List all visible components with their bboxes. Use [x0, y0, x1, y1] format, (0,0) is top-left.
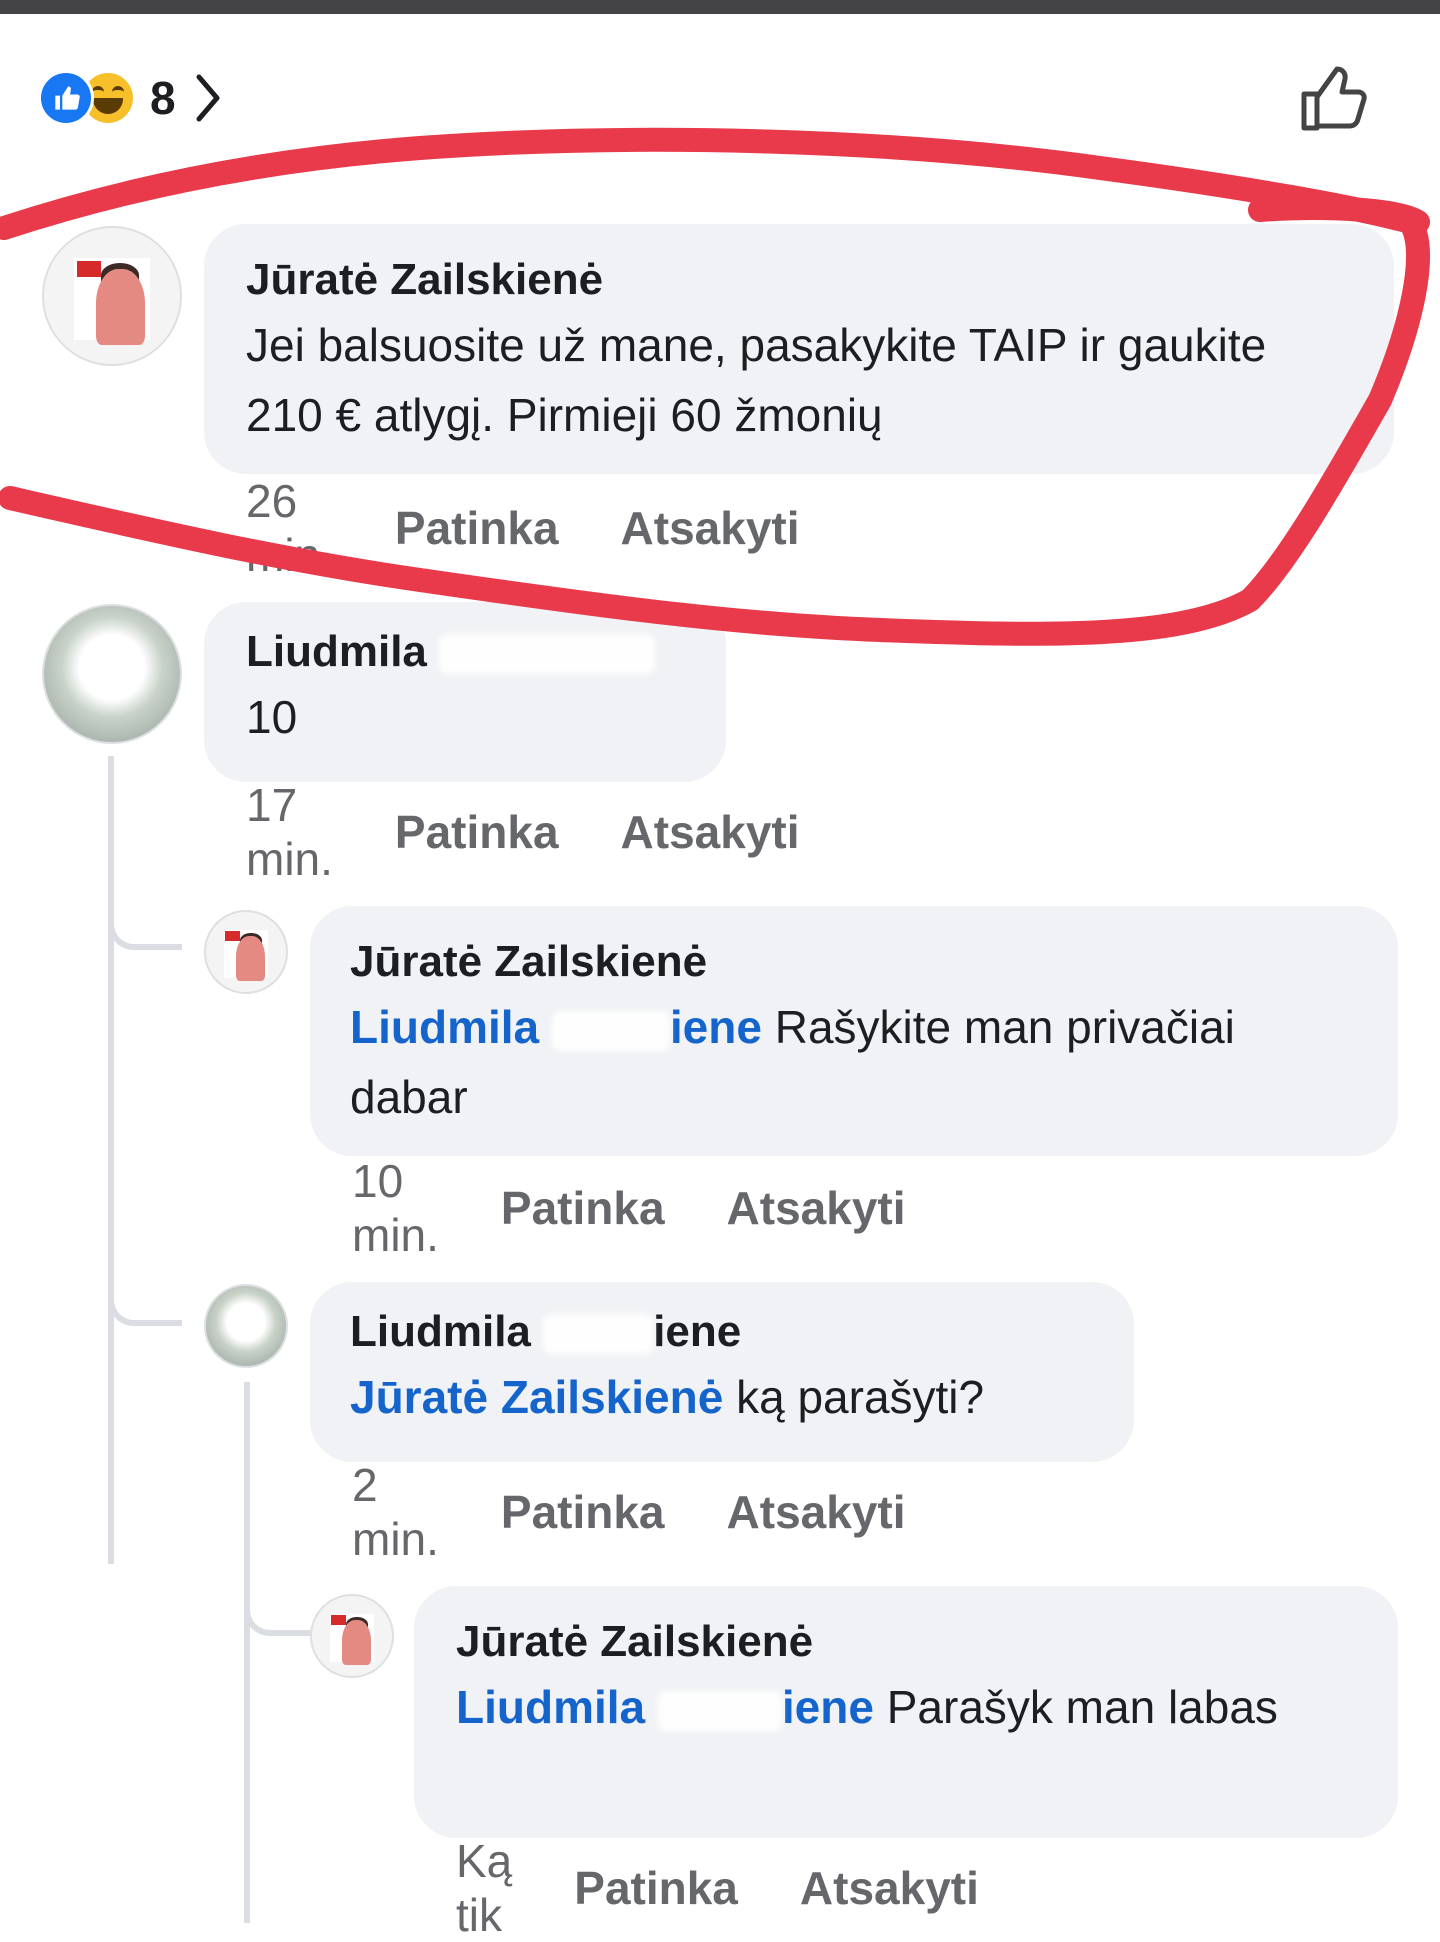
- thread-connector: [108, 1266, 182, 1326]
- comment-actions: 2 min. Patinka Atsakyti: [352, 1459, 906, 1565]
- redacted-text: [551, 1010, 670, 1051]
- comment-actions: 17 min. Patinka Atsakyti: [246, 779, 800, 885]
- reply-button[interactable]: Atsakyti: [621, 805, 800, 859]
- comment-author[interactable]: Liudmila: [246, 622, 684, 682]
- reply-button[interactable]: Atsakyti: [800, 1861, 979, 1915]
- comment-author[interactable]: Jūratė Zailskienė: [246, 250, 1352, 310]
- comment-bubble: Jūratė Zailskienė Liudmila iene Parašyk …: [414, 1586, 1398, 1838]
- comment-actions: 26 min. Patinka Atsakyti: [246, 475, 800, 581]
- like-button[interactable]: Patinka: [501, 1485, 665, 1539]
- comment-author[interactable]: Liudmila iene: [350, 1302, 1094, 1362]
- comment-actions: Ką tik Patinka Atsakyti: [456, 1835, 979, 1941]
- comment-time[interactable]: 2 min.: [352, 1458, 439, 1566]
- reply-button[interactable]: Atsakyti: [727, 1181, 906, 1235]
- comment-text: Jei balsuosite už mane, pasakykite TAIP …: [246, 319, 1267, 441]
- comment-bubble: Liudmila 10: [204, 602, 726, 782]
- thread-line: [108, 756, 114, 1564]
- redacted-text: [439, 634, 656, 675]
- avatar[interactable]: [204, 910, 288, 994]
- like-button[interactable]: Patinka: [501, 1181, 665, 1235]
- mention-link[interactable]: Liudmila iene: [456, 1681, 874, 1733]
- comment-text: Liudmila iene Parašyk man labas: [456, 1681, 1278, 1733]
- like-button[interactable]: Patinka: [574, 1861, 738, 1915]
- comment-text: Liudmila iene Rašykite man privačiai dab…: [350, 1001, 1235, 1123]
- avatar[interactable]: [204, 1284, 288, 1368]
- like-button[interactable]: Patinka: [395, 501, 559, 555]
- comment-text: 10: [246, 691, 298, 743]
- chevron-right-icon[interactable]: [194, 73, 222, 123]
- reaction-count: 8: [150, 72, 176, 124]
- comment-bubble: Liudmila iene Jūratė Zailskienė ką paraš…: [310, 1282, 1134, 1462]
- mention-link[interactable]: Liudmila iene: [350, 1001, 762, 1053]
- comment-actions: 10 min. Patinka Atsakyti: [352, 1155, 906, 1261]
- reactions-summary[interactable]: 8: [38, 66, 222, 130]
- comment-time[interactable]: 17 min.: [246, 778, 333, 886]
- avatar[interactable]: [42, 604, 182, 744]
- comment-time[interactable]: 10 min.: [352, 1154, 439, 1262]
- thread-connector: [244, 1576, 314, 1636]
- comment-bubble: Jūratė Zailskienė Liudmila iene Rašykite…: [310, 906, 1398, 1156]
- redacted-text: [657, 1690, 782, 1731]
- comment-text: Jūratė Zailskienė ką parašyti?: [350, 1371, 985, 1423]
- avatar[interactable]: [42, 226, 182, 366]
- avatar[interactable]: [310, 1594, 394, 1678]
- like-icon: [38, 70, 94, 126]
- comment-author[interactable]: Jūratė Zailskienė: [350, 932, 1358, 992]
- comment-time[interactable]: Ką tik: [456, 1834, 512, 1942]
- status-bar: [0, 0, 1440, 14]
- mention-link[interactable]: Jūratė Zailskienė: [350, 1371, 723, 1423]
- comment-author[interactable]: Jūratė Zailskienė: [456, 1612, 1356, 1672]
- redacted-text: [543, 1314, 654, 1355]
- reply-button[interactable]: Atsakyti: [621, 501, 800, 555]
- comment-time[interactable]: 26 min.: [246, 474, 333, 582]
- reply-button[interactable]: Atsakyti: [727, 1485, 906, 1539]
- thread-connector: [108, 890, 182, 950]
- thread-line: [244, 1382, 250, 1923]
- thumbs-up-icon[interactable]: [1298, 62, 1370, 134]
- like-button[interactable]: Patinka: [395, 805, 559, 859]
- comment-bubble: Jūratė Zailskienė Jei balsuosite už mane…: [204, 224, 1394, 474]
